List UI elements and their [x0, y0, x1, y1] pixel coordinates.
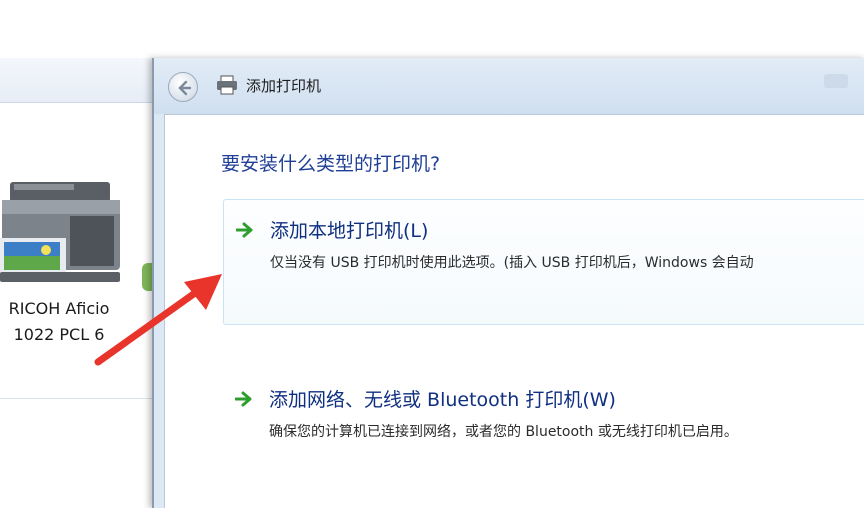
option-title: 添加本地打印机(L) — [270, 220, 429, 242]
back-button[interactable] — [168, 72, 198, 102]
printer-icon — [216, 75, 238, 95]
add-local-printer-option[interactable]: 添加本地打印机(L) 仅当没有 USB 打印机时使用此选项。(插入 USB 打印… — [223, 199, 864, 325]
divider — [0, 398, 152, 399]
dialog-title: 添加打印机 — [246, 77, 322, 95]
add-printer-dialog: 添加打印机 要安装什么类型的打印机? 添加本地打印机(L) 仅当没有 USB 打… — [152, 58, 864, 508]
dialog-titlebar: 添加打印机 — [154, 58, 864, 114]
dialog-content: 要安装什么类型的打印机? 添加本地打印机(L) 仅当没有 USB 打印机时使用此… — [164, 114, 864, 508]
option-title: 添加网络、无线或 Bluetooth 打印机(W) — [269, 389, 616, 411]
add-network-printer-option[interactable]: 添加网络、无线或 Bluetooth 打印机(W) 确保您的计算机已连接到网络，… — [223, 371, 864, 497]
background-toolbar — [0, 58, 152, 103]
red-annotation-arrow-icon — [94, 274, 222, 366]
green-arrow-icon — [235, 391, 252, 407]
page-heading: 要安装什么类型的打印机? — [221, 153, 441, 175]
back-arrow-icon — [178, 80, 192, 96]
green-arrow-icon — [236, 222, 253, 238]
option-description: 确保您的计算机已连接到网络，或者您的 Bluetooth 或无线打印机已启用。 — [269, 424, 738, 440]
window-control[interactable] — [824, 74, 848, 88]
option-description: 仅当没有 USB 打印机时使用此选项。(插入 USB 打印机后，Windows … — [270, 255, 754, 271]
